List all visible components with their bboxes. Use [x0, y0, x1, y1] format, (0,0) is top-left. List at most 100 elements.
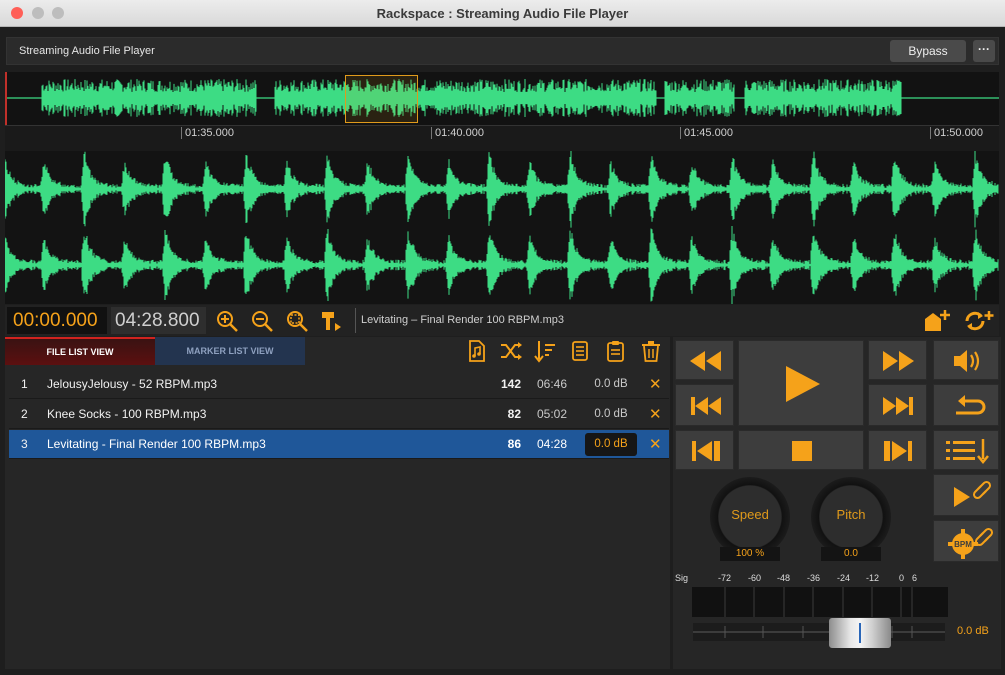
paste-list-icon[interactable]: [603, 339, 627, 363]
play-button[interactable]: [738, 340, 864, 426]
more-options-button[interactable]: ···: [973, 40, 995, 62]
meter-scale-label: -60: [748, 573, 762, 583]
sort-icon[interactable]: [533, 339, 557, 363]
file-bpm: 142: [500, 377, 521, 391]
go-to-end-icon: [884, 441, 912, 461]
pitch-value: 0.0: [821, 547, 881, 561]
pitch-label: Pitch: [836, 507, 866, 522]
file-name: Levitating - Final Render 100 RBPM.mp3: [47, 437, 266, 451]
play-link-button[interactable]: [933, 474, 999, 516]
transport-panel: Speed 100 % Pitch 0.0 BPM Sig -72 -60 -4…: [673, 337, 1001, 669]
tick-label: 01:40.000: [431, 127, 484, 139]
window-title: Rackspace : Streaming Audio File Player: [376, 6, 629, 21]
file-bpm: 86: [507, 437, 521, 451]
shuffle-icon[interactable]: [499, 339, 523, 363]
go-to-end-button[interactable]: [868, 430, 927, 470]
fader-center-line: [859, 623, 861, 643]
tick-label: 01:50.000: [930, 127, 983, 139]
overview-visible-region[interactable]: [345, 75, 418, 123]
pitch-knob[interactable]: Pitch: [811, 477, 891, 557]
volume-button[interactable]: [933, 340, 999, 380]
zoom-fit-icon[interactable]: [285, 309, 309, 333]
loop-icon: [956, 395, 986, 415]
file-row[interactable]: 1 JelousyJelousy - 52 RBPM.mp3 142 06:46…: [9, 370, 669, 399]
fast-forward-button[interactable]: [868, 340, 927, 380]
file-gain[interactable]: 0.0 dB: [585, 433, 637, 456]
play-link-icon: [954, 480, 992, 507]
plugin-header: Streaming Audio File Player Bypass ···: [6, 37, 999, 65]
file-index: 3: [21, 437, 28, 451]
file-name: JelousyJelousy - 52 RBPM.mp3: [47, 377, 218, 391]
file-index: 2: [21, 407, 28, 421]
playlist-order-button[interactable]: [933, 430, 999, 470]
meter-scale-label: -24: [837, 573, 851, 583]
bypass-button[interactable]: Bypass: [890, 40, 966, 62]
meter-scale-label: 0: [899, 573, 905, 583]
add-loop-icon[interactable]: [963, 309, 995, 333]
stop-icon: [792, 441, 812, 461]
transport-info-bar: 00:00.000 04:28.800 Levitating – Final R…: [5, 305, 999, 336]
file-gain[interactable]: 0.0 dB: [585, 400, 637, 429]
stop-button[interactable]: [738, 430, 864, 470]
go-to-start-button[interactable]: [675, 430, 734, 470]
timeline-ruler[interactable]: 01:35.000 01:40.000 01:45.000 01:50.000: [5, 125, 999, 151]
meter-scale-label: 6: [912, 573, 918, 583]
plugin-name: Streaming Audio File Player: [19, 45, 155, 57]
zoom-out-icon[interactable]: [250, 309, 274, 333]
previous-file-button[interactable]: [675, 384, 734, 426]
file-duration: 05:02: [537, 407, 568, 421]
rewind-icon: [690, 351, 721, 371]
file-gain[interactable]: 0.0 dB: [585, 370, 637, 399]
file-row[interactable]: 2 Knee Socks - 100 RBPM.mp3 82 05:02 0.0…: [9, 400, 669, 429]
main-waveform[interactable]: [5, 151, 999, 304]
zoom-in-icon[interactable]: [215, 309, 239, 333]
remove-file-icon[interactable]: ✕: [649, 370, 662, 399]
bpm-badge-text: BPM: [954, 540, 972, 549]
file-bpm: 82: [507, 407, 521, 421]
overview-waveform[interactable]: [5, 72, 999, 125]
tab-file-list-view[interactable]: FILE LIST VIEW: [5, 337, 155, 365]
play-icon: [786, 366, 820, 402]
file-duration: 06:46: [537, 377, 568, 391]
level-meter: [692, 587, 948, 617]
meter-scale-label: -48: [777, 573, 791, 583]
gain-fader-handle[interactable]: [829, 618, 891, 648]
marker-add-icon[interactable]: [319, 309, 343, 333]
speed-label: Speed: [731, 507, 769, 522]
speaker-icon: [954, 350, 980, 372]
go-to-start-icon: [692, 441, 720, 461]
file-index: 1: [21, 377, 28, 391]
meter-sig-label: Sig: [675, 573, 689, 583]
playlist-icon[interactable]: [569, 339, 593, 363]
gain-value: 0.0 dB: [957, 625, 989, 637]
speed-knob[interactable]: Speed: [710, 477, 790, 557]
next-file-button[interactable]: [868, 384, 927, 426]
tick-label: 01:35.000: [181, 127, 234, 139]
remove-file-icon[interactable]: ✕: [649, 400, 662, 429]
add-to-rack-icon[interactable]: [923, 309, 951, 333]
remove-file-icon[interactable]: ✕: [649, 430, 662, 459]
gain-fader-track[interactable]: [693, 623, 945, 641]
loop-button[interactable]: [933, 384, 999, 426]
title-bar: Rackspace : Streaming Audio File Player: [0, 0, 1005, 27]
add-file-icon[interactable]: [465, 339, 489, 363]
tick-label: 01:45.000: [680, 127, 733, 139]
bpm-link-button[interactable]: BPM: [933, 520, 999, 562]
file-row-selected[interactable]: 3 Levitating - Final Render 100 RBPM.mp3…: [9, 430, 669, 459]
file-duration: 04:28: [537, 437, 568, 451]
tab-marker-list-view[interactable]: MARKER LIST VIEW: [155, 337, 305, 365]
bpm-gear-icon: BPM: [948, 527, 994, 559]
list-order-icon: [946, 439, 989, 464]
file-name: Knee Socks - 100 RBPM.mp3: [47, 407, 207, 421]
meter-scale-label: -72: [718, 573, 732, 583]
meter-scale-label: -12: [866, 573, 880, 583]
skip-forward-icon: [883, 397, 913, 415]
skip-back-icon: [691, 397, 721, 415]
playhead-position[interactable]: 00:00.000: [7, 307, 107, 334]
meter-scale-label: -36: [807, 573, 821, 583]
trash-icon[interactable]: [639, 339, 663, 363]
rewind-button[interactable]: [675, 340, 734, 380]
file-length: 04:28.800: [111, 307, 206, 334]
speed-value: 100 %: [720, 547, 780, 561]
file-list-panel: FILE LIST VIEW MARKER LIST VIEW 1 Jelous…: [5, 337, 670, 669]
